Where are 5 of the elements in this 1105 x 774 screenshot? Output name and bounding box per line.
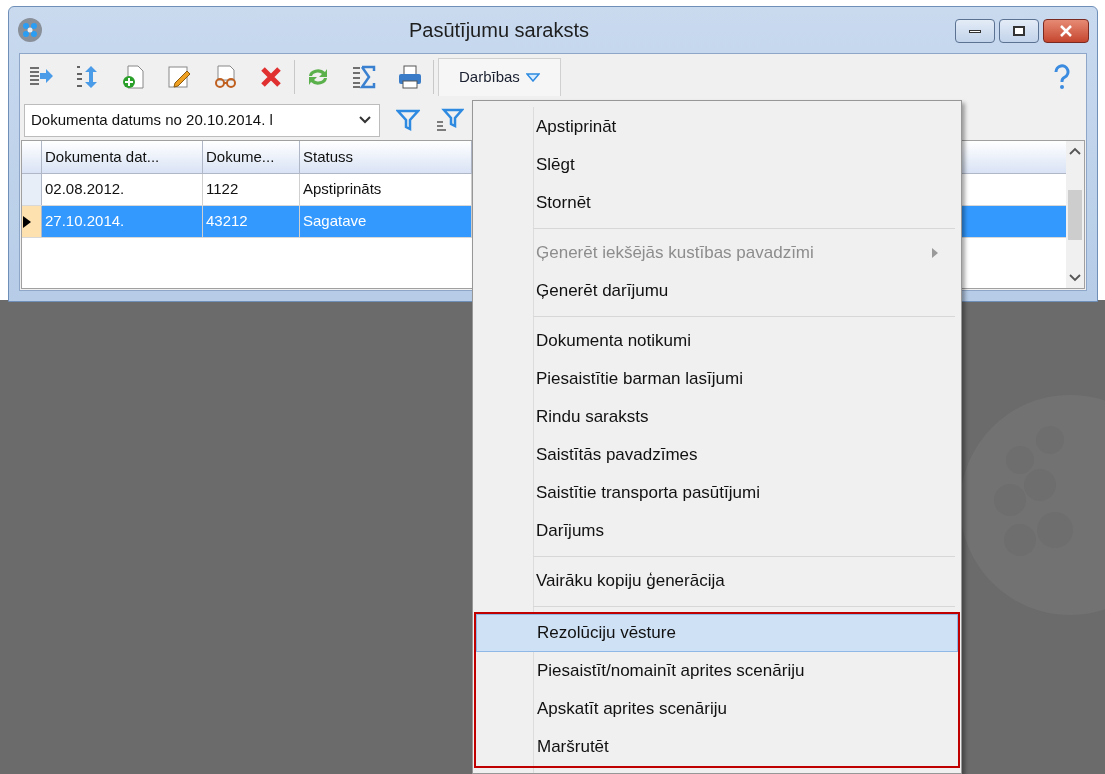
table-cell: 27.10.2014. xyxy=(42,206,203,237)
window-title: Pasūtījumu saraksts xyxy=(408,18,590,43)
table-cell: 1122 xyxy=(203,174,300,205)
table-cell: 43212 xyxy=(203,206,300,237)
table-cell: 02.08.2012. xyxy=(42,174,203,205)
